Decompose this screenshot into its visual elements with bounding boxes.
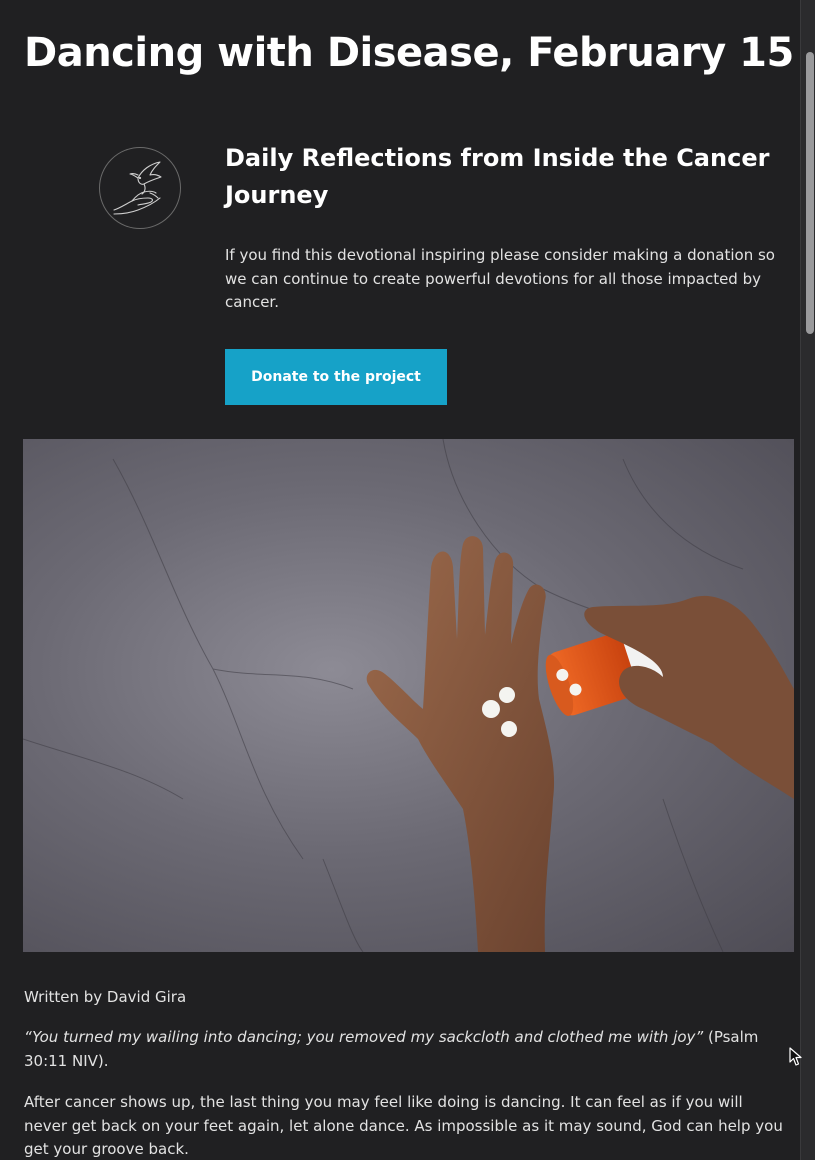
hero-image [23, 439, 794, 952]
donation-intro: If you find this devotional inspiring pl… [225, 246, 775, 311]
dove-over-hand-icon [99, 147, 181, 229]
scrollbar-thumb[interactable] [806, 52, 814, 334]
author-byline: Written by David Gira [24, 988, 187, 1006]
quote-text: “You turned my wailing into dancing; you… [24, 1028, 704, 1046]
series-title: Daily Reflections from Inside the Cancer… [225, 144, 770, 209]
page-title: Dancing with Disease, February 15 [24, 30, 794, 76]
vertical-scrollbar[interactable] [800, 0, 815, 1160]
scripture-quote: “You turned my wailing into dancing; you… [24, 1026, 789, 1073]
mouse-pointer-icon [789, 1047, 802, 1066]
article-page: Dancing with Disease, February 15 Daily … [0, 0, 800, 1160]
donate-button[interactable]: Donate to the project [225, 349, 447, 405]
body-paragraph: After cancer shows up, the last thing yo… [24, 1093, 783, 1158]
